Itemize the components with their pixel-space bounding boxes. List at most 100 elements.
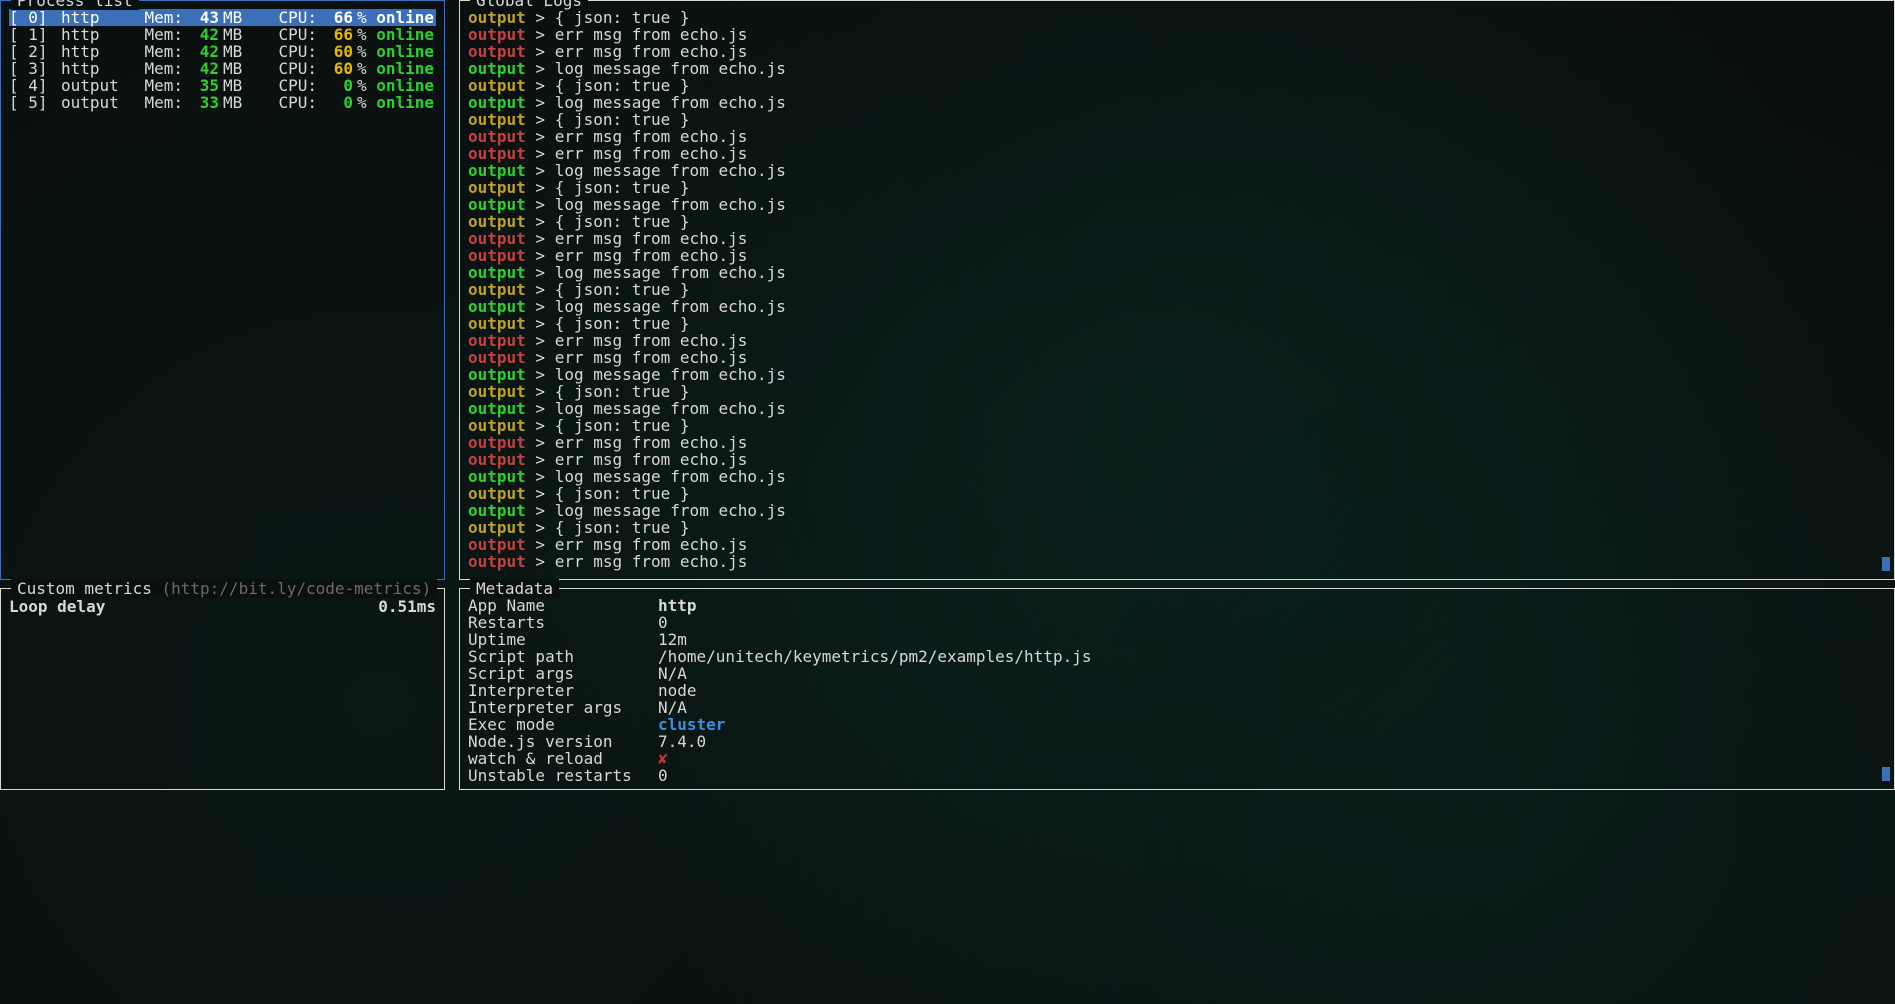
log-line: output > { json: true }	[468, 417, 1886, 434]
cpu-value: 60	[317, 60, 353, 77]
scrollbar-thumb[interactable]	[1882, 767, 1890, 781]
mem-label: Mem:	[139, 77, 183, 94]
metadata-title-text: Metadata	[476, 579, 553, 598]
process-status: online	[373, 60, 436, 77]
log-message: > err msg from echo.js	[526, 552, 748, 571]
log-line: output > log message from echo.js	[468, 60, 1886, 77]
metadata-row: Node.js version7.4.0	[468, 733, 1886, 750]
cpu-pct: %	[353, 77, 373, 94]
mem-unit: MB	[219, 94, 249, 111]
metadata-row: Interpreternode	[468, 682, 1886, 699]
process-name: http	[61, 60, 139, 77]
metric-label: Loop delay	[9, 597, 105, 616]
metadata-row: Uptime12m	[468, 631, 1886, 648]
metadata-value: 0	[658, 614, 668, 631]
process-row[interactable]: [ 5]outputMem:33MBCPU:0%online	[9, 94, 436, 111]
metadata-value: 0	[658, 767, 668, 784]
metadata-title: Metadata	[470, 579, 559, 598]
metadata-row: Script path/home/unitech/keymetrics/pm2/…	[468, 648, 1886, 665]
cpu-pct: %	[353, 60, 373, 77]
log-output[interactable]: output > { json: true }output > err msg …	[468, 9, 1886, 570]
cpu-label: CPU:	[249, 9, 317, 26]
cpu-label: CPU:	[249, 94, 317, 111]
mem-unit: MB	[219, 43, 249, 60]
process-row[interactable]: [ 0]httpMem:43MBCPU:66%online	[9, 9, 436, 26]
metadata-label: Exec mode	[468, 716, 658, 733]
mem-label: Mem:	[139, 43, 183, 60]
metadata-panel: Metadata App NamehttpRestarts0Uptime12mS…	[459, 588, 1895, 790]
process-list-title-text: Process list	[17, 0, 133, 10]
process-status: online	[373, 94, 436, 111]
metadata-label: App Name	[468, 597, 658, 614]
process-id: [ 5]	[9, 94, 61, 111]
cpu-label: CPU:	[249, 60, 317, 77]
log-line: output > { json: true }	[468, 111, 1886, 128]
process-row[interactable]: [ 4]outputMem:35MBCPU:0%online	[9, 77, 436, 94]
metadata-row: App Namehttp	[468, 597, 1886, 614]
log-line: output > { json: true }	[468, 315, 1886, 332]
cpu-pct: %	[353, 9, 373, 26]
mem-value: 35	[183, 77, 219, 94]
cpu-value: 66	[317, 26, 353, 43]
process-table[interactable]: [ 0]httpMem:43MBCPU:66%online[ 1]httpMem…	[9, 9, 436, 111]
log-line: output > err msg from echo.js	[468, 553, 1886, 570]
process-status: online	[373, 9, 436, 26]
log-line: output > log message from echo.js	[468, 502, 1886, 519]
metadata-label: Restarts	[468, 614, 658, 631]
cpu-pct: %	[353, 43, 373, 60]
log-line: output > err msg from echo.js	[468, 230, 1886, 247]
process-id: [ 0]	[9, 9, 61, 26]
process-name: output	[61, 94, 139, 111]
process-row[interactable]: [ 3]httpMem:42MBCPU:60%online	[9, 60, 436, 77]
mem-unit: MB	[219, 26, 249, 43]
log-line: output > { json: true }	[468, 9, 1886, 26]
metadata-label: Script path	[468, 648, 658, 665]
log-line: output > err msg from echo.js	[468, 128, 1886, 145]
process-id: [ 4]	[9, 77, 61, 94]
mem-value: 43	[183, 9, 219, 26]
metadata-row: Script argsN/A	[468, 665, 1886, 682]
process-row[interactable]: [ 2]httpMem:42MBCPU:60%online	[9, 43, 436, 60]
metadata-value: http	[658, 597, 697, 614]
log-line: output > { json: true }	[468, 281, 1886, 298]
metadata-label: Interpreter args	[468, 699, 658, 716]
process-list-title: Process list	[11, 0, 139, 10]
metadata-label: Interpreter	[468, 682, 658, 699]
global-logs-panel: Global Logs output > { json: true }outpu…	[459, 0, 1895, 580]
metadata-value: N/A	[658, 665, 687, 682]
metadata-value: 7.4.0	[658, 733, 706, 750]
cpu-pct: %	[353, 94, 373, 111]
log-line: output > log message from echo.js	[468, 298, 1886, 315]
cpu-label: CPU:	[249, 77, 317, 94]
log-line: output > { json: true }	[468, 213, 1886, 230]
log-line: output > { json: true }	[468, 519, 1886, 536]
log-line: output > log message from echo.js	[468, 468, 1886, 485]
process-status: online	[373, 77, 436, 94]
log-line: output > err msg from echo.js	[468, 43, 1886, 60]
process-name: http	[61, 9, 139, 26]
log-line: output > { json: true }	[468, 77, 1886, 94]
mem-value: 42	[183, 60, 219, 77]
process-row[interactable]: [ 1]httpMem:42MBCPU:66%online	[9, 26, 436, 43]
metadata-row: watch & reload✘	[468, 750, 1886, 767]
log-line: output > err msg from echo.js	[468, 536, 1886, 553]
log-line: output > log message from echo.js	[468, 366, 1886, 383]
metric-value: 0.51ms	[378, 597, 436, 616]
metadata-label: Script args	[468, 665, 658, 682]
metadata-row: Restarts0	[468, 614, 1886, 631]
metadata-row: Interpreter argsN/A	[468, 699, 1886, 716]
mem-value: 33	[183, 94, 219, 111]
process-status: online	[373, 26, 436, 43]
metadata-row: Exec modecluster	[468, 716, 1886, 733]
cpu-label: CPU:	[249, 26, 317, 43]
scrollbar-thumb[interactable]	[1882, 557, 1890, 571]
mem-value: 42	[183, 26, 219, 43]
process-list-panel: Process list [ 0]httpMem:43MBCPU:66%onli…	[0, 0, 445, 580]
cpu-value: 60	[317, 43, 353, 60]
cpu-value: 66	[317, 9, 353, 26]
metadata-list: App NamehttpRestarts0Uptime12mScript pat…	[468, 597, 1886, 784]
metadata-value: /home/unitech/keymetrics/pm2/examples/ht…	[658, 648, 1091, 665]
custom-metrics-hint: (http://bit.ly/code-metrics)	[162, 579, 432, 598]
metric-loop-delay: Loop delay 0.51ms	[9, 597, 436, 616]
metadata-value: N/A	[658, 699, 687, 716]
